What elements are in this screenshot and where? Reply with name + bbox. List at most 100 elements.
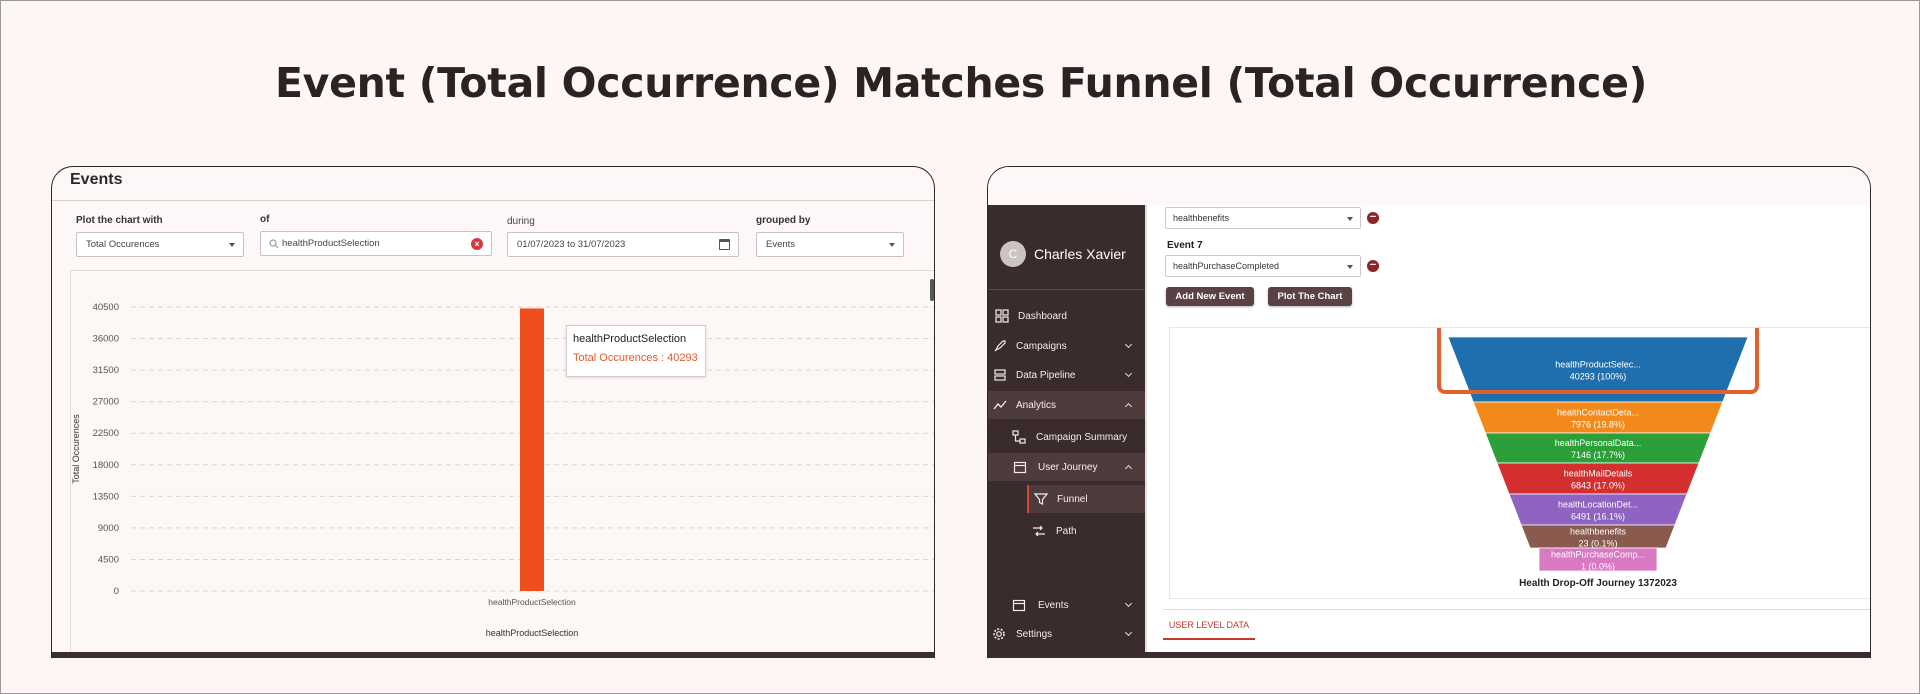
gear-icon xyxy=(993,628,1005,640)
top-strip xyxy=(988,167,1870,205)
funnel-chart-area: healthProductSelec... 40293 (100%) healthC… xyxy=(1169,314,1870,599)
date-range-value: 01/07/2023 to 31/07/2023 xyxy=(517,239,626,250)
event7-select-value: healthPurchaseCompleted xyxy=(1173,261,1280,271)
event6-select[interactable]: healthbenefits xyxy=(1165,207,1361,229)
user-profile[interactable]: C Charles Xavier xyxy=(1000,241,1126,267)
event-search-input[interactable]: healthProductSelection × xyxy=(260,231,492,256)
panel-bottom-bar xyxy=(988,652,1870,658)
funnel-stage-name: healthLocationDet... xyxy=(1558,500,1638,510)
funnel-stage-name: healthContactDeta... xyxy=(1557,408,1639,418)
tab-user-level-data[interactable]: USER LEVEL DATA xyxy=(1163,612,1255,640)
plot-label: Plot the chart with xyxy=(76,215,163,226)
clear-icon[interactable]: × xyxy=(471,238,483,250)
divider xyxy=(1163,609,1870,610)
database-icon xyxy=(994,369,1006,381)
during-label: during xyxy=(507,216,535,227)
sidebar-item-label: Events xyxy=(1038,599,1069,611)
funnel-icon xyxy=(1034,493,1048,505)
sidebar-item-label: Campaigns xyxy=(1016,340,1067,352)
caret-down-icon xyxy=(229,243,235,247)
sidebar-item-campaigns[interactable]: Campaigns xyxy=(988,332,1145,360)
sidebar-item-label: Path xyxy=(1056,525,1077,537)
funnel-stage-name: healthProductSelec... xyxy=(1555,360,1641,370)
event-search-value: healthProductSelection xyxy=(282,238,380,249)
plot-select-value: Total Occurences xyxy=(86,239,160,250)
chevron-up-icon xyxy=(1124,464,1133,473)
chevron-down-icon xyxy=(1124,628,1133,637)
grouped-label: grouped by xyxy=(756,215,811,226)
grouped-select[interactable]: Events xyxy=(756,232,904,257)
sidebar-item-label: Settings xyxy=(1016,628,1053,640)
scrollbar-handle[interactable] xyxy=(930,279,934,301)
funnel-stage-value: 7976 (19.8%) xyxy=(1571,420,1625,430)
funnel-stage-value: 23 (0.1%) xyxy=(1578,539,1617,549)
bar xyxy=(520,308,544,591)
y-tick-label: 36000 xyxy=(93,334,119,345)
sidebar-item-events[interactable]: Events xyxy=(988,591,1145,619)
grouped-select-value: Events xyxy=(766,239,796,250)
sidebar-item-path[interactable]: Path xyxy=(988,517,1145,545)
dashboard-icon xyxy=(995,309,1009,323)
plot-chart-button[interactable]: Plot The Chart xyxy=(1268,287,1352,306)
y-tick-label: 27000 xyxy=(93,397,119,408)
avatar: C xyxy=(1000,241,1026,267)
sidebar-item-user-journey[interactable]: User Journey xyxy=(988,453,1145,481)
calendar-icon xyxy=(1012,599,1026,612)
caret-down-icon xyxy=(889,243,895,247)
chevron-down-icon xyxy=(1124,599,1133,608)
funnel-stage-value: 40293 (100%) xyxy=(1570,372,1627,382)
bar-chart: 0 4500 9000 13500 18000 22500 27000 31500 36000 4… xyxy=(71,302,934,638)
chart-tooltip: healthProductSelection Total Occurences … xyxy=(566,325,706,377)
chevron-down-icon xyxy=(1124,369,1133,378)
events-title: Events xyxy=(70,171,123,188)
funnel-chart: healthProductSelec... 40293 (100%) healthC… xyxy=(1437,314,1759,589)
y-tick-label: 18000 xyxy=(93,460,119,471)
sidebar-item-funnel[interactable]: Funnel xyxy=(1027,485,1145,513)
y-tick-label: 4500 xyxy=(98,554,119,565)
calendar-icon[interactable] xyxy=(719,239,730,250)
bar-chart-area: 0 4500 9000 13500 18000 22500 27000 31500 36000 4… xyxy=(70,270,934,655)
funnel-stage-value: 7146 (17.7%) xyxy=(1571,450,1625,460)
funnel-stage-name: healthPurchaseComp... xyxy=(1551,550,1645,560)
remove-event-icon[interactable]: − xyxy=(1367,260,1379,272)
funnel-stage-value: 6491 (16.1%) xyxy=(1571,512,1625,522)
x-axis-label: healthProductSelection xyxy=(486,628,579,638)
y-tick-label: 40500 xyxy=(93,302,119,313)
caret-down-icon xyxy=(1347,217,1353,221)
funnel-main: healthbenefits − Event 7 healthPurchaseC… xyxy=(1145,205,1870,658)
event7-select[interactable]: healthPurchaseCompleted xyxy=(1165,255,1361,277)
chevron-up-icon xyxy=(1124,402,1133,411)
sidebar-item-campaign-summary[interactable]: Campaign Summary xyxy=(988,423,1145,451)
sidebar-item-settings[interactable]: Settings xyxy=(988,620,1145,648)
add-new-event-button[interactable]: Add New Event xyxy=(1166,287,1254,306)
funnel-panel: C Charles Xavier Dashboard Campaigns Dat… xyxy=(987,166,1871,658)
sidebar: C Charles Xavier Dashboard Campaigns Dat… xyxy=(988,205,1145,658)
search-icon xyxy=(269,238,279,248)
sidebar-item-label: User Journey xyxy=(1038,461,1098,473)
rocket-icon xyxy=(994,340,1006,352)
y-tick-label: 0 xyxy=(114,586,119,597)
remove-event-icon[interactable]: − xyxy=(1367,212,1379,224)
sidebar-item-data-pipeline[interactable]: Data Pipeline xyxy=(988,361,1145,389)
of-label: of xyxy=(260,214,270,225)
sidebar-item-label: Campaign Summary xyxy=(1036,431,1128,443)
funnel-stage-name: healthbenefits xyxy=(1570,527,1627,537)
tooltip-title: healthProductSelection xyxy=(573,333,687,345)
y-tick-label: 9000 xyxy=(98,523,119,534)
analytics-icon xyxy=(993,400,1007,410)
path-icon xyxy=(1033,525,1045,537)
funnel-stage-value: 6843 (17.0%) xyxy=(1571,481,1625,491)
sidebar-item-dashboard[interactable]: Dashboard xyxy=(988,302,1145,330)
calendar-icon xyxy=(1013,461,1027,474)
event7-label: Event 7 xyxy=(1167,240,1203,251)
headline: Event (Total Occurrence) Matches Funnel … xyxy=(274,59,1648,107)
funnel-stage-name: healthMailDetails xyxy=(1564,469,1633,479)
events-panel: Events Plot the chart with Total Occuren… xyxy=(51,166,935,658)
date-range-input[interactable]: 01/07/2023 to 31/07/2023 xyxy=(507,232,739,257)
sidebar-item-analytics[interactable]: Analytics xyxy=(988,391,1145,419)
user-name: Charles Xavier xyxy=(1034,246,1126,262)
plot-select[interactable]: Total Occurences xyxy=(76,232,244,257)
y-axis-label: Total Occurences xyxy=(71,414,81,484)
chevron-down-icon xyxy=(1124,340,1133,349)
x-tick-label: healthProductSelection xyxy=(488,597,576,607)
